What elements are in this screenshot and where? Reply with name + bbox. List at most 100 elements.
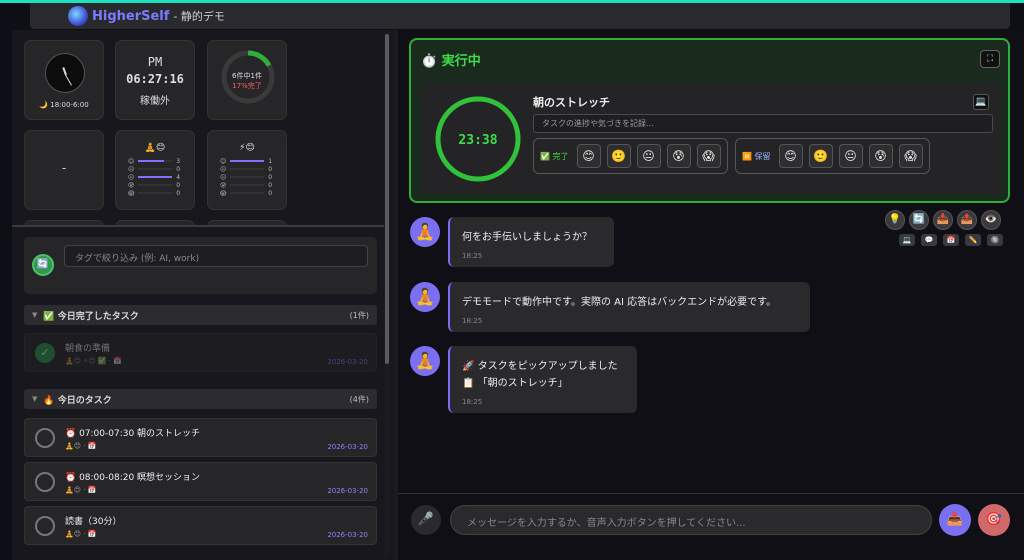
mood-scream-button[interactable]: 😱 <box>898 144 923 168</box>
empty-widget[interactable]: - <box>24 130 104 210</box>
chat-icon[interactable]: 💬 <box>921 234 937 246</box>
pencil-icon[interactable]: ✏️ <box>965 234 981 246</box>
running-task-body: 23:38 朝のストレッチ 💻 タスクの進捗や気づきを記録... ✅ 完了 😊 … <box>421 82 1001 194</box>
mood-widget-calm[interactable]: 🧘😊 😊 3 😐 0 😐 4 😰 0 😱 0 <box>115 130 195 210</box>
digital-clock-widget[interactable]: PM 06:27:16 稼働外 <box>115 40 195 120</box>
mood-emoji-icon: 😰 <box>220 181 227 189</box>
mood-emoji-icon: 😱 <box>128 189 135 197</box>
inbox-icon[interactable]: 📥 <box>933 210 953 230</box>
checkmark-icon[interactable]: ✓ <box>35 343 55 363</box>
section-today-header[interactable]: ▼ 🔥 今日のタスク (4件) <box>24 389 377 409</box>
radio-icon[interactable]: 🔘 <box>987 234 1003 246</box>
eye-icon[interactable]: 👁️ <box>981 210 1001 230</box>
assistant-avatar: 🧘 <box>410 282 440 312</box>
empty-widget-dash: - <box>61 161 67 175</box>
mood-slight-smile-button[interactable]: 🙂 <box>606 144 631 168</box>
mood-count: 3 <box>176 157 181 165</box>
running-header: ⏱️ 実行中 <box>421 50 481 69</box>
progress-widget[interactable]: 6件中1件 17%完了 <box>207 40 287 120</box>
task-item[interactable]: ⏰ 07:00-07:30 朝のストレッチ 🧘😊 · 📅 2026-03-20 <box>24 418 377 457</box>
refresh-icon[interactable]: 🔄 <box>32 254 54 276</box>
mood-neutral-button[interactable]: 😐 <box>838 144 863 168</box>
hold-label: ⏸️ 保留 <box>742 151 771 161</box>
mood-count: 0 <box>268 181 273 189</box>
mood-bar-fill <box>230 160 265 162</box>
task-item[interactable]: ⏰ 08:00-08:20 瞑想セッション 🧘😊 · 📅 2026-03-20 <box>24 462 377 501</box>
mood-count: 0 <box>268 173 273 181</box>
mood-neutral-button[interactable]: 😐 <box>636 144 661 168</box>
mood-bar-row: 😐 0 <box>220 165 272 173</box>
progress-percent: 17%完了 <box>232 82 262 90</box>
mood-bar-row: 😐 0 <box>220 173 272 181</box>
mood-count: 1 <box>268 157 273 165</box>
message-bubble: デモモードで動作中です。実際の AI 応答はバックエンドが必要です。 18:25 <box>448 282 810 332</box>
mood-anxious-button[interactable]: 😰 <box>666 144 691 168</box>
mood-emoji-icon: 😐 <box>220 173 227 181</box>
target-icon[interactable]: 🎯 <box>978 504 1010 536</box>
mood-slight-smile-button[interactable]: 🙂 <box>808 144 833 168</box>
chat-divider <box>398 493 1024 494</box>
lightbulb-icon[interactable]: 💡 <box>885 210 905 230</box>
calendar-icon[interactable]: 📅 <box>943 234 959 246</box>
microphone-icon[interactable]: 🎤 <box>411 505 441 535</box>
analog-clock-icon <box>45 53 85 93</box>
assistant-avatar: 🧘 <box>410 346 440 376</box>
message-time: 18:25 <box>462 317 483 325</box>
refresh-icon[interactable]: 🔄 <box>909 210 929 230</box>
task-meta: 🧘😊 · 📅 <box>65 530 97 538</box>
section-count: (4件) <box>349 394 369 404</box>
mood-anxious-button[interactable]: 😰 <box>868 144 893 168</box>
task-title: 朝食の準備 <box>65 344 111 354</box>
progress-text: 6件中1件 <box>232 72 262 80</box>
task-item-done[interactable]: ✓ 朝食の準備 🧘😊 ⚡😊 ✅ · 📅 2026-03-20 <box>24 333 377 372</box>
app-subtitle: - 静的デモ <box>173 10 225 23</box>
mood-scream-button[interactable]: 😱 <box>696 144 721 168</box>
time-value: 06:27:16 <box>126 72 184 86</box>
task-item[interactable]: 読書（30分） 🧘😊 · 📅 2026-03-20 <box>24 506 377 545</box>
tag-filter-input[interactable]: タグで絞り込み (例: AI, work) <box>64 245 368 267</box>
task-date: 2026-03-20 <box>327 487 368 495</box>
fullscreen-icon[interactable]: ⛶ <box>980 50 1000 68</box>
progress-note-input[interactable]: タスクの進捗や気づきを記録... <box>533 114 993 133</box>
mood-bar <box>138 184 173 186</box>
mood-count: 4 <box>176 173 181 181</box>
left-scrollbar[interactable] <box>384 32 390 557</box>
task-meta: 🧘😊 · 📅 <box>65 486 97 494</box>
section-title: 🔥 今日のタスク <box>43 395 112 406</box>
collapse-arrow-icon: ▼ <box>32 395 38 403</box>
mood-count: 0 <box>176 165 181 173</box>
send-button[interactable]: 📥 <box>939 504 971 536</box>
widget-grid: 🌙 18:00-6:00 PM 06:27:16 稼働外 6件中1件 17%完了… <box>12 30 384 226</box>
mood-bar-row: 😐 4 <box>128 173 180 181</box>
task-checkbox[interactable] <box>35 516 55 536</box>
mood-widget-energy[interactable]: ⚡😊 😊 1 😐 0 😐 0 😰 0 😱 0 <box>207 130 287 210</box>
mood-count: 0 <box>268 189 273 197</box>
scrollbar-thumb[interactable] <box>385 34 389 364</box>
chat-input[interactable]: メッセージを入力するか、音声入力ボタンを押してください... <box>450 505 932 535</box>
message-time: 18:25 <box>462 398 483 406</box>
task-checkbox[interactable] <box>35 428 55 448</box>
mood-bar <box>230 192 265 194</box>
complete-mood-group: ✅ 完了 😊 🙂 😐 😰 😱 <box>533 138 728 174</box>
message-text: 📋 「朝のストレッチ」 <box>462 378 568 389</box>
task-meta: 🧘😊 · 📅 <box>65 442 97 450</box>
task-title: ⏰ 07:00-07:30 朝のストレッチ <box>65 429 201 439</box>
task-date: 2026-03-20 <box>327 531 368 539</box>
message-time: 18:25 <box>462 252 483 260</box>
mood-bar <box>138 176 173 178</box>
task-checkbox[interactable] <box>35 472 55 492</box>
section-done-header[interactable]: ▼ ✅ 今日完了したタスク (1件) <box>24 305 377 325</box>
mood-bar <box>138 192 173 194</box>
laptop-icon[interactable]: 💻 <box>973 94 989 110</box>
mood-widget-label: ⚡😊 <box>239 143 255 153</box>
laptop-icon[interactable]: 💻 <box>899 234 915 246</box>
resize-divider[interactable] <box>12 225 384 227</box>
running-title: 実行中 <box>441 54 481 69</box>
mood-happy-button[interactable]: 😊 <box>778 144 803 168</box>
task-meta: 🧘😊 ⚡😊 ✅ · 📅 <box>65 357 122 365</box>
mood-happy-button[interactable]: 😊 <box>576 144 601 168</box>
outbox-icon[interactable]: 📤 <box>957 210 977 230</box>
app-logo-icon <box>68 6 88 26</box>
tool-buttons: 💡 🔄 📥 📤 👁️ 💻 💬 📅 ✏️ 🔘 <box>885 210 1005 250</box>
clock-widget[interactable]: 🌙 18:00-6:00 <box>24 40 104 120</box>
